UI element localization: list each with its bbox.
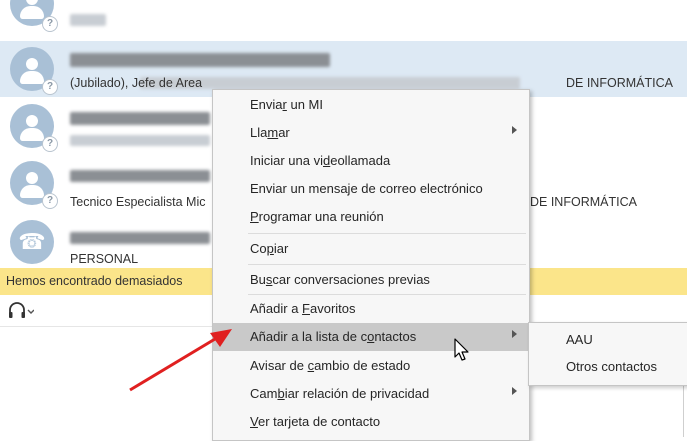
context-menu: Enviar un MI Llamar Iniciar una videolla… [212, 89, 530, 441]
contact-title-suffix: DE INFORMÁTICA [530, 195, 637, 209]
submenu-arrow-icon [512, 330, 517, 338]
menu-item-call[interactable]: Llamar [213, 119, 529, 147]
phone-icon: ☎ [18, 229, 46, 254]
red-arrow-annotation [129, 329, 232, 392]
submenu-item-other-contacts[interactable]: Otros contactos [566, 359, 657, 374]
presence-unknown-icon: ? [42, 79, 58, 95]
menu-item-add-to-contacts[interactable]: Añadir a la lista de contactos [213, 323, 529, 351]
mouse-cursor-icon [454, 338, 469, 361]
headset-icon[interactable] [8, 301, 35, 321]
blurred-name [70, 170, 210, 182]
window-edge [683, 384, 687, 437]
menu-item-change-privacy[interactable]: Cambiar relación de privacidad [213, 380, 529, 408]
contact-row[interactable]: ? [0, 0, 687, 40]
presence-unknown-icon: ? [42, 16, 58, 32]
menu-item-add-favorites[interactable]: Añadir a Favoritos [213, 295, 529, 323]
menu-item-view-contact-card[interactable]: Ver tarjeta de contacto [213, 408, 529, 436]
submenu-item-aau[interactable]: AAU [566, 332, 593, 347]
blurred-title [70, 135, 210, 146]
presence-unknown-icon: ? [42, 193, 58, 209]
menu-item-send-email[interactable]: Enviar un mensaje de correo electrónico [213, 175, 529, 203]
menu-separator [248, 264, 526, 265]
menu-item-search-conversations[interactable]: Buscar conversaciones previas [213, 266, 529, 294]
warning-banner-text: Hemos encontrado demasiados [6, 274, 183, 288]
menu-item-start-video-call[interactable]: Iniciar una videollamada [213, 147, 529, 175]
menu-item-send-im[interactable]: Enviar un MI [213, 91, 529, 119]
contact-title-suffix: DE INFORMÁTICA [566, 76, 673, 90]
submenu-arrow-icon [512, 387, 517, 395]
blurred-name [70, 53, 330, 67]
contact-title-prefix: (Jubilado), Jefe de Area [70, 76, 203, 90]
menu-item-copy[interactable]: Copiar [213, 235, 529, 263]
contact-title-prefix: Tecnico Especialista Mic [70, 195, 206, 209]
menu-item-status-alert[interactable]: Avisar de cambio de estado [213, 352, 529, 380]
blurred-name [70, 232, 210, 244]
contact-avatar: ☎ [10, 220, 54, 264]
menu-item-schedule-meeting[interactable]: Programar una reunión [213, 203, 529, 231]
contacts-group-submenu: AAU Otros contactos [528, 322, 687, 386]
blurred-name [70, 14, 106, 26]
contact-title: PERSONAL [70, 252, 139, 266]
menu-separator [248, 233, 526, 234]
submenu-arrow-icon [512, 126, 517, 134]
presence-unknown-icon: ? [42, 136, 58, 152]
blurred-name [70, 112, 210, 125]
